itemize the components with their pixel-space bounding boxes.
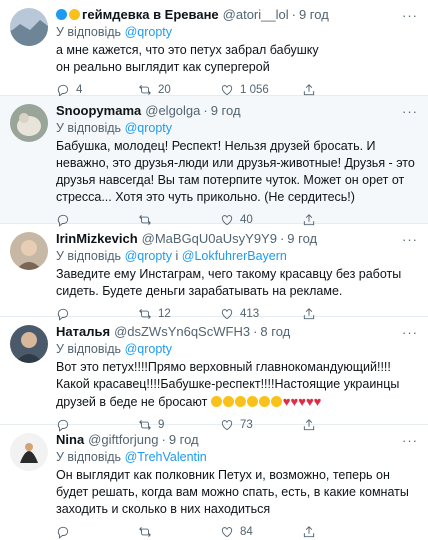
reply-context: У відповідь @TrehValentin: [56, 450, 207, 464]
avatar[interactable]: [10, 104, 48, 142]
like-button[interactable]: 1 056: [220, 83, 302, 97]
mention-link[interactable]: @qropty: [125, 249, 172, 263]
tweet-text: Вот это петух!!!!Прямо верховный главнок…: [56, 360, 400, 409]
folded-hands-emoji-icon: [246, 396, 258, 407]
red-heart-emoji-icon: ♥: [305, 394, 314, 409]
emoji-group: ♥♥♥♥♥: [207, 394, 322, 409]
yellow-heart-icon: [69, 9, 80, 20]
avatar[interactable]: [10, 433, 48, 471]
tweet-text: Заведите ему Инстаграм, чего такому крас…: [56, 267, 402, 298]
more-icon[interactable]: ···: [402, 8, 418, 23]
tweet[interactable]: Наталья @dsZWsYn6qScWFH3 · 8 год ··· У в…: [0, 317, 428, 432]
handle[interactable]: @MaBGqU0aUsyY9Y9: [142, 230, 277, 248]
tweet-text: Он выглядит как полковник Петух и, возмо…: [56, 468, 409, 516]
avatar[interactable]: [10, 232, 48, 270]
share-icon: [303, 84, 315, 96]
reply-button[interactable]: 4: [56, 83, 138, 97]
retweet-button[interactable]: 20: [138, 83, 220, 97]
reply-context: У відповідь @qropty: [56, 342, 172, 356]
reply-context: У відповідь @qropty: [56, 121, 172, 135]
folded-hands-emoji-icon: [222, 396, 234, 407]
tweet[interactable]: Nina @giftforjung · 9 год ··· У відповід…: [0, 425, 428, 540]
reply-context: У відповідь @qropty і @LokfuhrerBayern: [56, 249, 287, 263]
separator-dot: ·: [203, 103, 208, 118]
handle[interactable]: @atori__lol: [223, 6, 289, 24]
timestamp[interactable]: 9 год: [169, 431, 199, 449]
avatar[interactable]: [10, 8, 48, 46]
mention-link[interactable]: @qropty: [125, 25, 172, 39]
timestamp[interactable]: 9 год: [299, 6, 329, 24]
tweet[interactable]: геймдевка в Ереване @atori__lol · 9 год …: [0, 0, 428, 97]
verified-hearts: [56, 6, 82, 24]
handle[interactable]: @giftforjung: [88, 431, 158, 449]
red-heart-emoji-icon: ♥: [313, 394, 322, 409]
avatar[interactable]: [10, 325, 48, 363]
more-icon[interactable]: ···: [402, 325, 418, 340]
more-icon[interactable]: ···: [402, 433, 418, 448]
tweet[interactable]: IrinMizkevich @MaBGqU0aUsyY9Y9 · 9 год ·…: [0, 224, 428, 321]
mention-link[interactable]: @qropty: [125, 342, 172, 356]
mention-link[interactable]: @qropty: [125, 121, 172, 135]
mention-link[interactable]: @TrehValentin: [125, 450, 207, 464]
tweet[interactable]: Snoopymama @elgolga · 9 год ··· У відпов…: [0, 96, 428, 227]
timestamp[interactable]: 9 год: [287, 230, 317, 248]
display-name[interactable]: Nina: [56, 431, 84, 449]
separator-dot: ·: [279, 231, 285, 246]
reply-context: У відповідь @qropty: [56, 25, 172, 39]
folded-hands-emoji-icon: [234, 396, 246, 407]
display-name[interactable]: геймдевка в Ереване: [82, 6, 219, 24]
handle[interactable]: @dsZWsYn6qScWFH3: [114, 323, 250, 341]
tweet-actions: 84: [56, 524, 420, 540]
separator-dot: ·: [161, 432, 166, 447]
display-name[interactable]: IrinMizkevich: [56, 230, 138, 248]
reply-icon: [57, 84, 69, 97]
share-button[interactable]: [302, 83, 384, 97]
blue-heart-icon: [56, 9, 67, 20]
separator-dot: ·: [291, 7, 296, 22]
handle[interactable]: @elgolga: [145, 102, 200, 120]
more-icon[interactable]: ···: [402, 232, 418, 247]
retweet-icon: [139, 85, 151, 95]
timestamp[interactable]: 9 год: [211, 102, 241, 120]
display-name[interactable]: Snoopymama: [56, 102, 141, 120]
folded-hands-emoji-icon: [270, 396, 282, 407]
folded-hands-emoji-icon: [258, 396, 270, 407]
red-heart-emoji-icon: ♥: [298, 394, 306, 409]
separator-dot: ·: [253, 324, 258, 339]
tweet-text: Бабушка, молодец! Респект! Нельзя друзей…: [56, 139, 415, 204]
mention-link[interactable]: @LokfuhrerBayern: [182, 249, 287, 263]
more-icon[interactable]: ···: [402, 104, 418, 119]
red-heart-emoji-icon: ♥: [282, 394, 291, 409]
heart-icon: [221, 85, 233, 96]
timestamp[interactable]: 8 год: [260, 323, 290, 341]
folded-hands-emoji-icon: [210, 396, 222, 407]
tweet-text: а мне кажется, что это петух забрал бабу…: [56, 43, 319, 74]
display-name[interactable]: Наталья: [56, 323, 110, 341]
